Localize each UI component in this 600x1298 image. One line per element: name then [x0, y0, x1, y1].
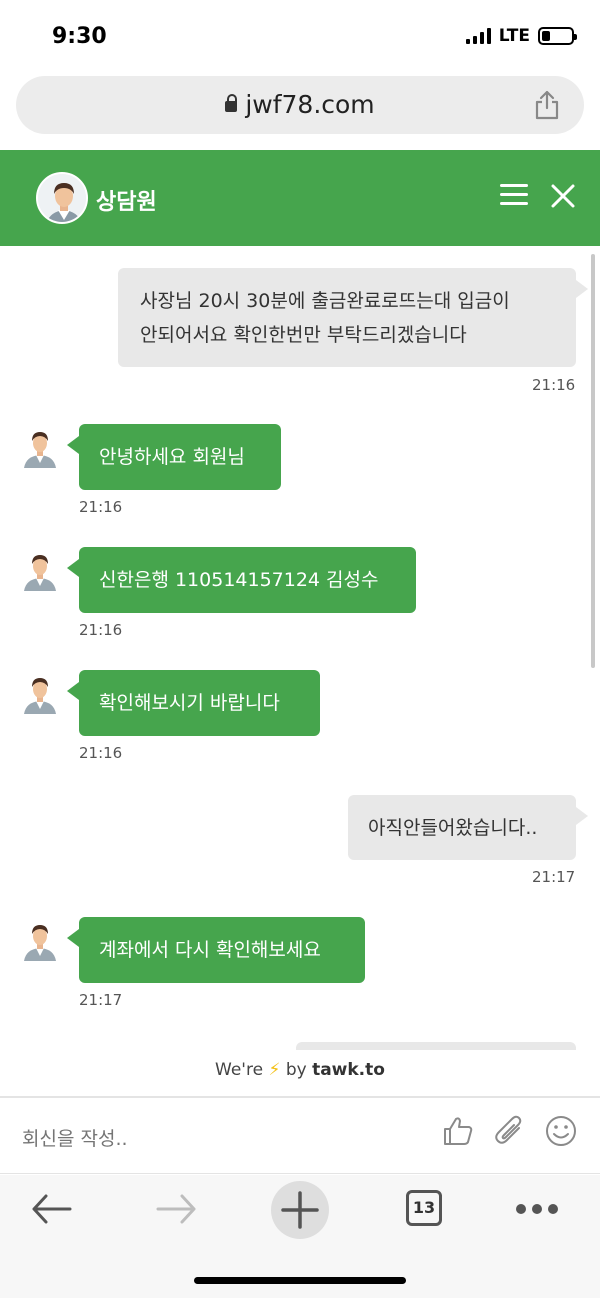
message-timestamp: 21:16	[532, 376, 576, 394]
message-line: 확인해보시기 바랍니다	[99, 692, 280, 714]
message-line: 사장님 20시 30분에 출금완료로뜨는대 입금이	[140, 290, 510, 312]
message-scrollbar[interactable]	[591, 254, 595, 668]
message-timestamp: 21:16	[79, 621, 123, 639]
bolt-icon: ⚡	[268, 1060, 281, 1080]
message-line: 신한은행 110514157124 김성수	[99, 569, 379, 591]
branding-by: by	[285, 1060, 307, 1080]
address-bar[interactable]: jwf78.com	[16, 76, 584, 134]
visitor-message: 사장님 20시 30분에 출금완료로뜨는대 입금이 안되어서요 확인한번만 부탁…	[118, 268, 588, 367]
agent-message: 확인해보시기 바랍니다	[67, 670, 320, 736]
partial-visitor-message	[296, 1042, 576, 1050]
message-line: 계좌에서 다시 확인해보세요	[99, 939, 321, 961]
visitor-message: 아직안들어왔습니다..	[348, 795, 588, 860]
signal-icon	[465, 28, 491, 44]
powered-by-branding[interactable]: We're ⚡ by tawk.to	[0, 1060, 600, 1080]
branding-prefix: We're	[215, 1060, 264, 1080]
agent-name: 상담원	[96, 190, 157, 215]
paperclip-icon[interactable]	[493, 1114, 527, 1148]
brand-name: tawk.to	[312, 1060, 385, 1080]
url-text: jwf78.com	[245, 90, 375, 119]
message-line: 안녕하세요 회원님	[99, 446, 245, 468]
agent-avatar-icon	[24, 925, 56, 961]
agent-message: 계좌에서 다시 확인해보세요	[67, 917, 365, 983]
url-display[interactable]: jwf78.com	[16, 90, 584, 119]
agent-message: 신한은행 110514157124 김성수	[67, 547, 416, 613]
agent-avatar-icon	[24, 432, 56, 468]
agent-message: 안녕하세요 회원님	[67, 424, 281, 490]
lock-icon	[225, 94, 238, 112]
more-icon[interactable]	[514, 1200, 560, 1218]
agent-avatar-icon	[24, 555, 56, 591]
message-line: 아직안들어왔습니다..	[368, 817, 538, 839]
status-bar: 9:30 LTE	[0, 0, 600, 70]
network-label: LTE	[498, 26, 530, 46]
message-timestamp: 21:16	[79, 498, 123, 516]
new-tab-button[interactable]	[271, 1181, 329, 1239]
message-line: 안되어서요 확인한번만 부탁드리겠습니다	[140, 324, 467, 346]
share-icon[interactable]	[534, 90, 560, 120]
message-input[interactable]	[22, 1128, 422, 1150]
forward-arrow-icon[interactable]	[154, 1192, 198, 1226]
message-timestamp: 21:16	[79, 744, 123, 762]
close-icon[interactable]	[550, 183, 576, 209]
agent-avatar-icon	[24, 678, 56, 714]
thumbs-up-icon[interactable]	[441, 1114, 475, 1148]
home-indicator[interactable]	[194, 1277, 406, 1284]
tabs-button[interactable]: 13	[406, 1190, 442, 1226]
plus-icon	[281, 1191, 319, 1229]
home-area	[0, 1245, 600, 1298]
smiley-icon[interactable]	[544, 1114, 578, 1148]
status-indicators: LTE	[465, 26, 577, 46]
back-arrow-icon[interactable]	[30, 1192, 74, 1226]
menu-icon[interactable]	[500, 184, 530, 208]
battery-icon	[538, 27, 577, 45]
message-timestamp: 21:17	[79, 991, 123, 1009]
agent-avatar	[36, 172, 88, 224]
message-timestamp: 21:17	[532, 868, 576, 886]
status-time: 9:30	[52, 24, 107, 49]
